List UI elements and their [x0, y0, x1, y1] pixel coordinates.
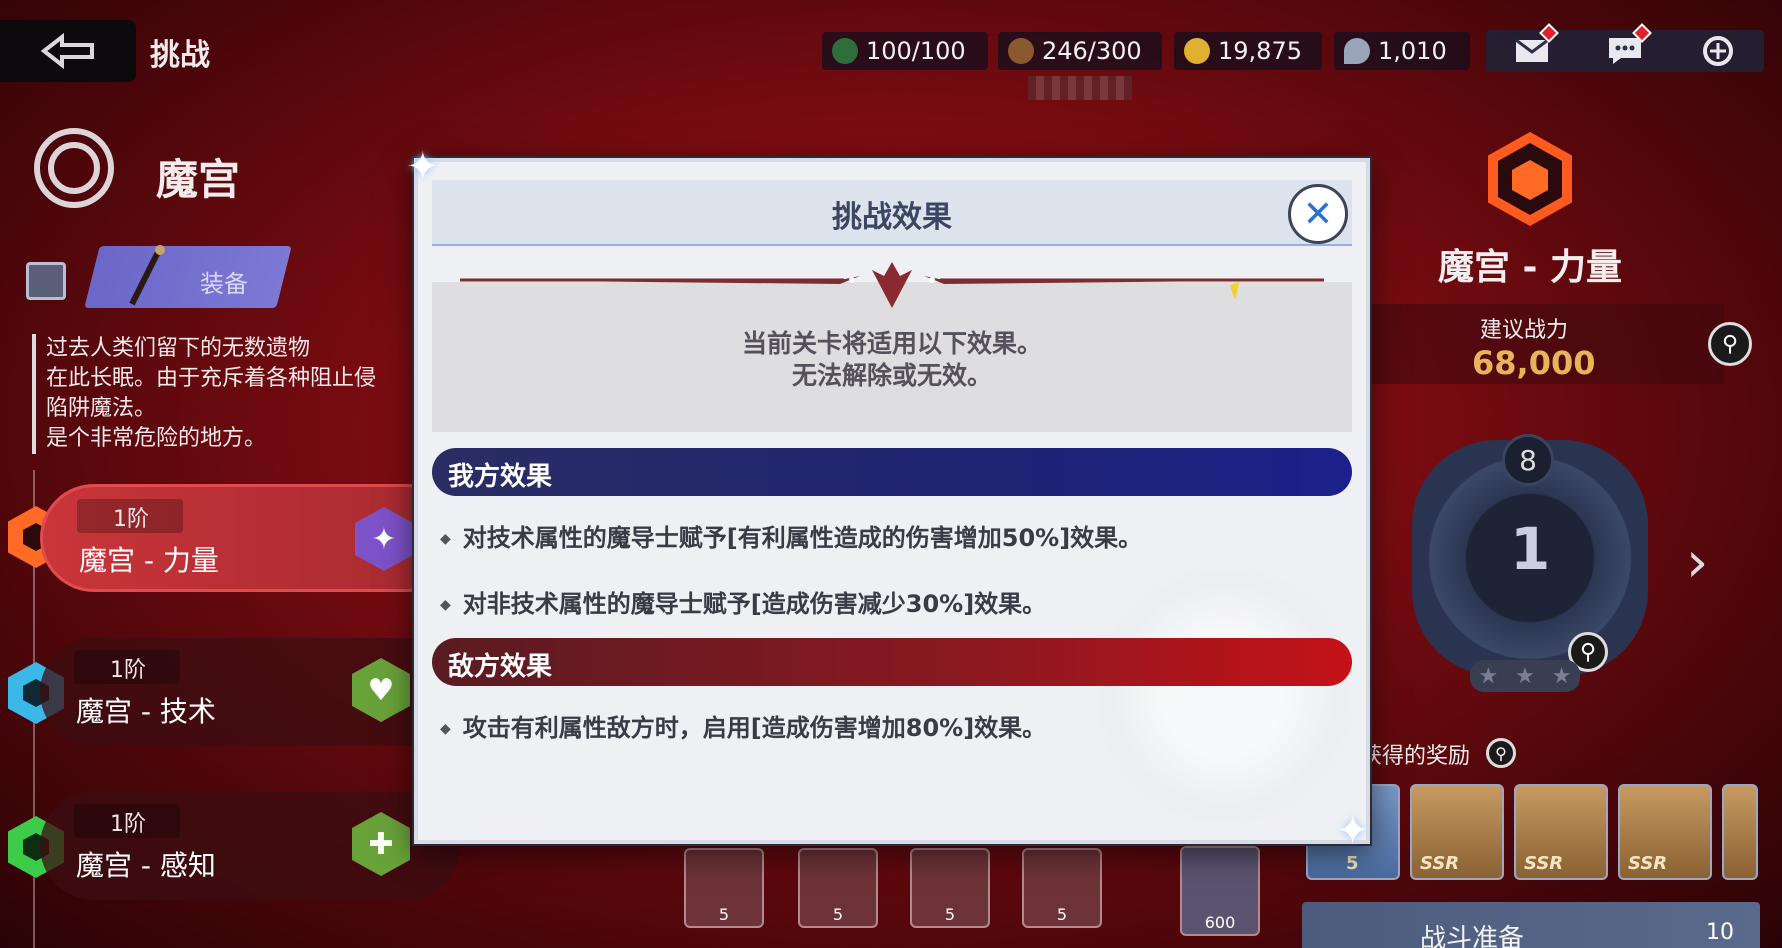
chat-icon — [1608, 38, 1641, 64]
ally-effect-item: 对非技术属性的魔导士赋予[造成伤害减少30%]效果。 — [440, 584, 1046, 619]
dungeon-description: 过去人类们留下的无数遗物 在此长眠。由于充斥着各种阻止侵 陷阱魔法。 是个非常危… — [46, 336, 377, 451]
stage-tier: 1阶 — [110, 658, 146, 683]
crystal-icon — [1344, 38, 1370, 64]
mail-button[interactable] — [1514, 23, 1560, 66]
chat-button[interactable] — [1607, 23, 1652, 66]
description-bar — [32, 334, 36, 454]
stage-item-skill[interactable]: 1阶 魔宫 - 技术 ♥ — [40, 638, 460, 746]
stage-name: 魔宫 - 力量 — [79, 544, 219, 577]
top-icon-bar — [1486, 23, 1764, 72]
dungeon-icon — [34, 128, 114, 208]
search-icon: ⚲ — [1495, 743, 1507, 763]
equip-tab[interactable] — [84, 246, 292, 308]
stamina-resource[interactable]: 100/100 — [822, 32, 988, 70]
mail-icon — [1515, 39, 1550, 62]
sparkle-icon: ✦ — [1336, 808, 1370, 854]
notice-text: 当前关卡将适用以下效果。 无法解除或无效。 — [741, 329, 1042, 390]
stamina-icon — [832, 38, 858, 64]
stamina-value: 100/100 — [866, 37, 966, 65]
gold-coin-icon — [1184, 38, 1210, 64]
item-count: 600 — [1204, 913, 1236, 932]
ally-effect-label: 我方效果 — [448, 462, 553, 492]
floor-number: 1 — [1510, 515, 1551, 583]
stage-stars: ★ ★ ★ — [1470, 660, 1580, 692]
item-count: 5 — [832, 905, 844, 924]
item-count: 5 — [1056, 905, 1068, 924]
item-count: 5 — [718, 905, 730, 924]
stage-item-strength[interactable]: 1阶 魔宫 - 力量 ✦ — [40, 484, 460, 592]
search-icon: ⚲ — [1721, 331, 1739, 357]
boots-icon — [1008, 38, 1034, 64]
star-icon: ★ — [1515, 663, 1535, 689]
equip-label: 装备 — [200, 270, 248, 298]
reward-label: 获得的奖励 — [1360, 744, 1471, 769]
heart-icon: ♥ — [352, 658, 410, 722]
page-title: 挑战 — [150, 38, 210, 73]
close-icon: ✕ — [1302, 193, 1334, 235]
gold-value: 19,875 — [1218, 37, 1302, 65]
back-button[interactable] — [0, 20, 136, 82]
battle-prepare-button[interactable] — [1302, 902, 1760, 948]
next-stage-button[interactable]: › — [1686, 530, 1708, 595]
ally-effect-header — [432, 448, 1352, 496]
stage-tier: 1阶 — [110, 812, 146, 837]
crystal-item[interactable]: 600 — [1180, 846, 1260, 936]
ally-effect-item: 对技术属性的魔导士赋予[有利属性造成的伤害增加50%]效果。 — [440, 518, 1142, 553]
reward-item[interactable]: 5 — [1022, 848, 1102, 928]
back-arrow-icon — [40, 33, 94, 69]
item-count: 5 — [944, 905, 956, 924]
star-icon: ★ — [1478, 663, 1499, 689]
enemy-effect-item: 攻击有利属性敌方时，启用[造成伤害增加80%]效果。 — [440, 708, 1046, 743]
stage-title: 魔宫 - 力量 — [1438, 247, 1623, 288]
close-button[interactable]: ✕ — [1288, 184, 1348, 244]
reward-item-sword[interactable]: SSR — [1514, 784, 1608, 880]
stage-tier: 1阶 — [113, 507, 149, 532]
reward-rarity: SSR — [1420, 853, 1460, 874]
stage-name: 魔宫 - 感知 — [76, 849, 216, 882]
blurred-label — [1028, 76, 1132, 100]
reward-rarity: SSR — [1628, 853, 1668, 874]
search-icon: ⚲ — [1579, 639, 1597, 665]
menu-button[interactable] — [1700, 36, 1736, 66]
floor-top-badge: 8 — [1502, 434, 1554, 486]
enemy-effect-header — [432, 638, 1352, 686]
plus-icon: ✚ — [352, 812, 410, 876]
boots-resource[interactable]: 246/300 — [998, 32, 1162, 70]
dialog-title: 挑战效果 — [832, 200, 952, 235]
battle-prepare-label: 战斗准备 — [1420, 924, 1525, 948]
power-info-button[interactable]: ⚲ — [1708, 322, 1752, 366]
crystal-resource[interactable]: 1,010 — [1334, 32, 1470, 70]
power-label: 建议战力 — [1480, 318, 1569, 343]
ornament-divider — [460, 262, 1324, 308]
element-icon: ✦ — [355, 507, 413, 571]
reward-item[interactable]: 5 — [798, 848, 878, 928]
staff-icon — [129, 245, 165, 306]
enemy-effect-label: 敌方效果 — [448, 652, 553, 682]
star-icon: ★ — [1551, 663, 1572, 689]
reward-item[interactable]: 5 — [910, 848, 990, 928]
power-value: 68,000 — [1472, 344, 1596, 382]
menu-icon — [1702, 36, 1733, 66]
reward-count: 5 — [1346, 853, 1359, 874]
stage-name: 魔宫 - 技术 — [76, 695, 216, 728]
stage-item-perception[interactable]: 1阶 魔宫 - 感知 ✚ — [40, 792, 460, 900]
reward-info-button[interactable]: ⚲ — [1486, 738, 1516, 768]
reward-item-watch[interactable]: SSR — [1410, 784, 1504, 880]
reward-item[interactable]: 5 — [684, 848, 764, 928]
battle-cost: 10 — [1706, 920, 1734, 945]
gold-resource[interactable]: 19,875 — [1174, 32, 1322, 70]
chest-icon[interactable] — [26, 262, 66, 300]
crystal-value: 1,010 — [1378, 37, 1447, 65]
boots-value: 246/300 — [1042, 37, 1142, 65]
clover-watermark — [1090, 560, 1360, 830]
reward-item-partial[interactable] — [1722, 784, 1758, 880]
reward-item-amulet[interactable]: SSR — [1618, 784, 1712, 880]
reward-rarity: SSR — [1524, 853, 1564, 874]
dungeon-title: 魔宫 — [156, 155, 241, 204]
